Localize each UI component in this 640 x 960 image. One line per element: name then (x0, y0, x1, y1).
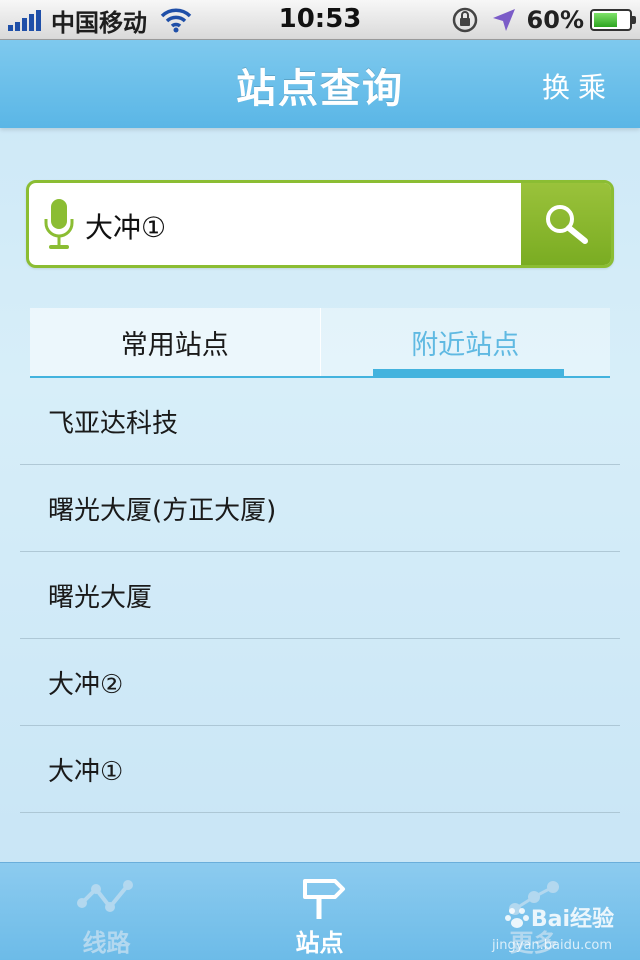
tab-bar-stations[interactable]: 站点 (213, 863, 426, 960)
list-item[interactable]: 大冲① (20, 726, 620, 813)
search-box (26, 180, 614, 268)
battery-fill (594, 13, 617, 27)
paw-icon (504, 908, 529, 928)
microphone-icon[interactable] (43, 197, 75, 253)
station-list: 飞亚达科技 曙光大厦(方正大厦) 曙光大厦 大冲② 大冲① (20, 378, 620, 813)
nav-bar: 站点查询 换乘 (0, 40, 640, 128)
battery-icon (590, 9, 636, 31)
route-line-icon (76, 880, 133, 912)
list-item[interactable]: 飞亚达科技 (20, 378, 620, 465)
list-item[interactable]: 大冲② (20, 639, 620, 726)
tab-bar-routes[interactable]: 线路 (0, 863, 213, 960)
location-arrow-icon (492, 9, 515, 31)
status-bar: 中国移动 10:53 60% (0, 0, 640, 40)
list-item[interactable]: 曙光大厦(方正大厦) (20, 465, 620, 552)
station-tabs: 常用站点 附近站点 (30, 308, 610, 378)
tab-common-stations[interactable]: 常用站点 (30, 308, 320, 376)
baidu-watermark: Bai经验 (503, 901, 614, 933)
rotation-lock-icon (452, 7, 477, 33)
list-item[interactable]: 曙光大厦 (20, 552, 620, 639)
signpost-icon (302, 879, 345, 919)
tab-bar: 线路 站点 更多 Bai经验 jingyan.baidu.com (0, 862, 640, 960)
tab-bar-label: 站点 (295, 929, 344, 957)
search-input[interactable] (83, 201, 517, 251)
battery-percent: 60% (526, 6, 584, 34)
watermark-url: jingyan.baidu.com (492, 938, 612, 953)
tab-nearby-stations[interactable]: 附近站点 (319, 308, 610, 376)
search-button[interactable] (521, 183, 611, 265)
search-icon (546, 205, 588, 244)
tab-bar-label: 线路 (82, 929, 131, 957)
transfer-button[interactable]: 换乘 (542, 66, 614, 106)
watermark-brand: Bai经验 (530, 907, 614, 932)
status-right: 60% (451, 4, 636, 36)
